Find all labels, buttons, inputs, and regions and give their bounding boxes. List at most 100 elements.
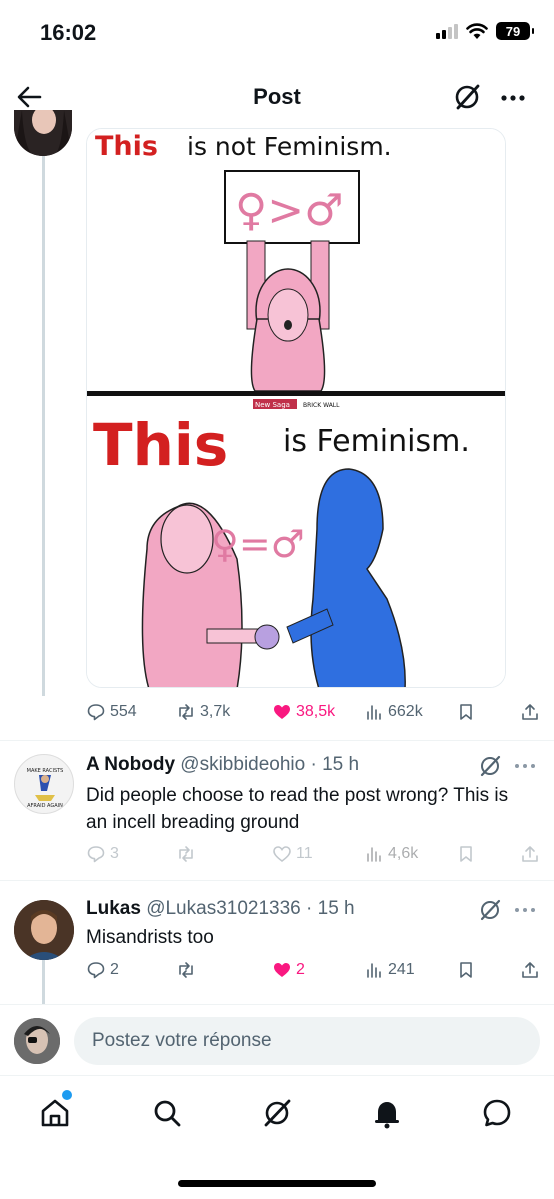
cellular-signal-icon	[436, 23, 458, 39]
views-icon	[367, 705, 381, 720]
wifi-icon	[466, 23, 488, 39]
grok-tab-icon	[264, 1099, 291, 1127]
bookmark-button[interactable]	[456, 702, 476, 722]
status-time: 16:02	[40, 20, 97, 45]
top-heading-this: This	[95, 131, 158, 162]
bottom-heading-this: This	[93, 411, 228, 479]
bookmark-icon	[460, 962, 472, 978]
reply-count: 2	[110, 961, 119, 978]
views-button[interactable]: 662k	[364, 702, 423, 722]
repost-button[interactable]: 3,7k	[176, 702, 230, 722]
post-action-row: 554 3,7k 38,5k 662k	[86, 700, 546, 728]
grok-icon[interactable]	[452, 82, 482, 112]
header: Post	[0, 66, 554, 128]
home-indicator	[178, 1180, 376, 1187]
like-count: 38,5k	[296, 703, 336, 720]
share-icon	[522, 846, 538, 862]
repost-button[interactable]	[176, 960, 200, 980]
avatar-text-bottom: AFRAID AGAIN	[27, 803, 63, 809]
reply-item[interactable]: MAKE RACISTS AFRAID AGAIN A Nobody @skib…	[0, 740, 554, 880]
handle[interactable]: @Lukas31021336	[146, 898, 301, 919]
reply-meta: Lukas @Lukas31021336 · 15 h	[86, 898, 355, 920]
battery-icon: 79	[496, 22, 534, 40]
repost-button[interactable]	[176, 844, 200, 864]
more-icon[interactable]	[498, 83, 528, 113]
bottom-symbol: ♀=♂	[211, 522, 305, 566]
reply-text: Misandrists too	[86, 927, 214, 948]
display-name[interactable]: Lukas	[86, 898, 141, 919]
status-bar: 16:02 79	[0, 0, 554, 66]
like-icon	[274, 705, 290, 719]
views-count: 4,6k	[388, 845, 419, 862]
reply-action-row: 3 11 4,6k	[86, 842, 546, 870]
search-icon	[154, 1100, 181, 1127]
more-icon[interactable]	[512, 753, 538, 779]
avatar[interactable]	[14, 900, 74, 960]
status-icons: 79	[436, 22, 534, 40]
views-button[interactable]: 241	[364, 960, 415, 980]
share-button[interactable]	[520, 702, 540, 722]
views-icon	[367, 847, 381, 862]
avatar-text-top: MAKE RACISTS	[27, 768, 64, 774]
reply-button[interactable]: 2	[86, 960, 119, 980]
like-count: 2	[296, 961, 305, 978]
views-button[interactable]: 4,6k	[364, 844, 418, 864]
tab-notifications[interactable]	[370, 1096, 404, 1130]
post-image[interactable]: This is not Feminism. ♀>♂ New Saga BRICK…	[86, 128, 506, 688]
share-icon	[522, 704, 538, 720]
views-count: 241	[388, 961, 415, 978]
timestamp: 15 h	[317, 898, 355, 919]
reply-icon	[87, 846, 105, 863]
reply-input[interactable]	[74, 1017, 540, 1065]
like-button[interactable]: 38,5k	[272, 702, 335, 722]
top-sign: ♀>♂	[235, 185, 344, 236]
bottom-tab-bar	[0, 1076, 554, 1199]
reply-composer	[0, 1004, 554, 1076]
grok-icon[interactable]	[478, 898, 502, 922]
bookmark-icon	[460, 704, 472, 720]
tab-home[interactable]	[38, 1096, 72, 1130]
more-icon[interactable]	[512, 897, 538, 923]
watermark-right: BRICK WALL	[303, 402, 340, 409]
repost-icon	[179, 846, 193, 862]
messages-icon	[483, 1099, 511, 1127]
handle[interactable]: @skibbideohio	[180, 754, 305, 775]
original-poster-avatar[interactable]	[14, 110, 72, 156]
reply-button[interactable]: 3	[86, 844, 119, 864]
tab-messages[interactable]	[480, 1096, 514, 1130]
reply-icon	[87, 704, 105, 721]
repost-count: 3,7k	[200, 703, 231, 720]
reply-count: 554	[110, 703, 137, 720]
display-name[interactable]: A Nobody	[86, 754, 175, 775]
like-button[interactable]: 2	[272, 960, 305, 980]
share-button[interactable]	[520, 960, 540, 980]
like-icon	[273, 846, 291, 863]
bookmark-button[interactable]	[456, 960, 476, 980]
reply-count: 3	[110, 845, 119, 862]
bookmark-button[interactable]	[456, 844, 476, 864]
like-icon	[274, 963, 290, 977]
separator: ·	[310, 754, 317, 775]
reply-button[interactable]: 554	[86, 702, 137, 722]
current-user-avatar[interactable]	[14, 1018, 60, 1064]
top-heading-rest: is not Feminism.	[187, 132, 392, 161]
views-count: 662k	[388, 703, 423, 720]
reply-item[interactable]: Lukas @Lukas31021336 · 15 h Misandrists …	[0, 880, 554, 1004]
avatar[interactable]: MAKE RACISTS AFRAID AGAIN	[14, 754, 74, 814]
reply-action-row: 2 2 241	[86, 958, 546, 986]
share-button[interactable]	[520, 844, 540, 864]
tab-grok[interactable]	[260, 1096, 294, 1130]
share-icon	[522, 962, 538, 978]
notifications-icon	[375, 1102, 399, 1129]
tab-search[interactable]	[150, 1096, 184, 1130]
repost-icon	[179, 962, 193, 978]
like-button[interactable]: 11	[272, 844, 313, 864]
timestamp: 15 h	[322, 754, 360, 775]
watermark-left: New Saga	[255, 401, 290, 409]
notification-dot	[62, 1090, 72, 1100]
bookmark-icon	[460, 846, 472, 862]
grok-icon[interactable]	[478, 754, 502, 778]
reply-text: Did people choose to read the post wrong…	[86, 785, 509, 833]
separator: ·	[306, 898, 313, 919]
thread-line	[42, 156, 45, 696]
